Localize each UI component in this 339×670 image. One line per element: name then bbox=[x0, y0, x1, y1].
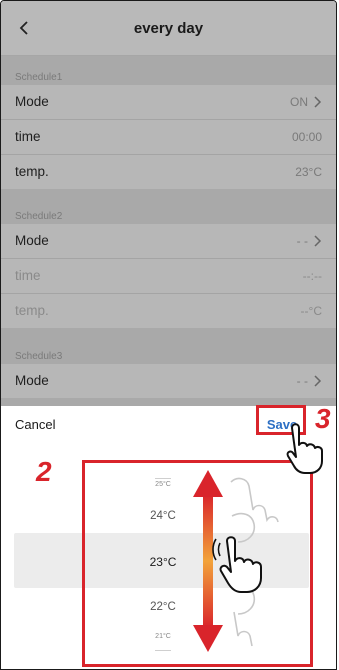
temp-label: temp. bbox=[15, 164, 49, 179]
schedule1-time-row[interactable]: time 00:00 bbox=[1, 120, 336, 154]
schedule3-mode-row[interactable]: Mode - - bbox=[1, 364, 336, 398]
picker-callout-box bbox=[82, 460, 313, 667]
mode-label: Mode bbox=[15, 233, 49, 248]
schedule2-label: Schedule2 bbox=[15, 211, 63, 222]
chevron-right-icon bbox=[314, 375, 322, 387]
time-value: --:-- bbox=[302, 269, 322, 283]
mode-value: - - bbox=[297, 374, 322, 388]
page-title: every day bbox=[133, 20, 204, 37]
mode-value: ON bbox=[290, 95, 322, 109]
temp-value: 23°C bbox=[295, 165, 322, 179]
schedule2-temp-row[interactable]: temp. --°C bbox=[1, 294, 336, 328]
chevron-right-icon bbox=[314, 96, 322, 108]
schedule-list: Schedule1 Mode ON time 00:00 temp. 23°C … bbox=[1, 56, 336, 406]
schedule1-label: Schedule1 bbox=[15, 72, 63, 83]
time-label: time bbox=[15, 129, 41, 144]
time-value: 00:00 bbox=[291, 130, 322, 144]
schedule2-time-row[interactable]: time --:-- bbox=[1, 259, 336, 293]
schedule2-mode-row[interactable]: Mode - - bbox=[1, 224, 336, 258]
save-callout-box bbox=[256, 405, 306, 435]
cancel-button[interactable]: Cancel bbox=[15, 417, 55, 432]
temp-value: --°C bbox=[300, 304, 322, 318]
schedule1-mode-row[interactable]: Mode ON bbox=[1, 85, 336, 119]
schedule1-temp-row[interactable]: temp. 23°C bbox=[1, 155, 336, 189]
time-label: time bbox=[15, 268, 41, 283]
mode-label: Mode bbox=[15, 94, 49, 109]
temp-label: temp. bbox=[15, 303, 49, 318]
step-3-number: 3 bbox=[315, 403, 331, 434]
chevron-right-icon bbox=[314, 235, 322, 247]
step-2-number: 2 bbox=[36, 456, 52, 487]
mode-label: Mode bbox=[15, 373, 49, 388]
schedule3-label: Schedule3 bbox=[15, 351, 63, 362]
header-bar: every day bbox=[1, 1, 336, 56]
mode-value: - - bbox=[297, 234, 322, 248]
